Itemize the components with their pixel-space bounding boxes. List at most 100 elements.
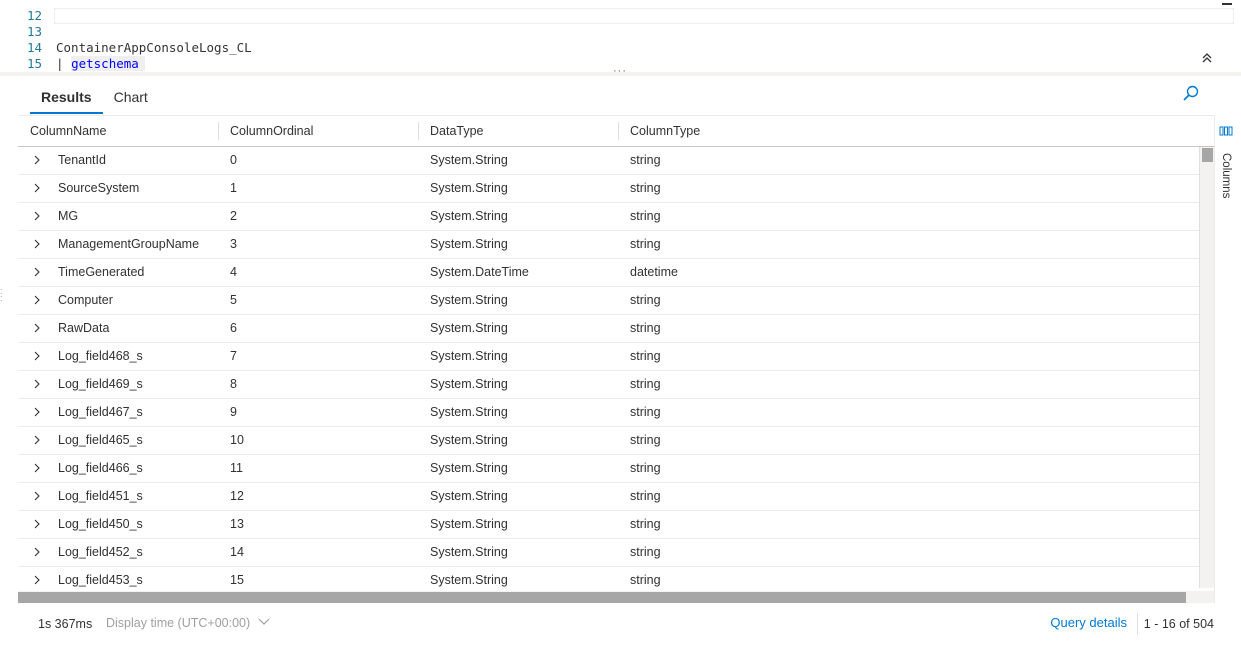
chevron-right-icon[interactable]	[32, 323, 42, 333]
query-details-link[interactable]: Query details	[1050, 615, 1127, 630]
column-header-columntype[interactable]: ColumnType	[618, 116, 818, 146]
cell-columnname: Log_field469_s	[58, 377, 143, 391]
cell-datatype: System.String	[430, 517, 508, 531]
horizontal-scrollbar-thumb[interactable]	[18, 592, 1186, 603]
table-row[interactable]: Log_field468_s 7 System.String string	[18, 343, 1199, 371]
cell-columnordinal: 6	[230, 321, 237, 335]
column-header-columnname[interactable]: ColumnName	[18, 116, 218, 146]
chevron-right-icon[interactable]	[32, 407, 42, 417]
search-icon	[1183, 85, 1199, 101]
chevron-down-icon[interactable]	[258, 617, 270, 627]
chevron-right-icon[interactable]	[32, 351, 42, 361]
table-row[interactable]: TimeGenerated 4 System.DateTime datetime	[18, 259, 1199, 287]
cell-columnname: Computer	[58, 293, 113, 307]
cell-columnordinal: 7	[230, 349, 237, 363]
chevron-right-icon[interactable]	[32, 239, 42, 249]
tab-results[interactable]: Results	[30, 82, 103, 114]
pipe-operator: |	[56, 56, 72, 71]
table-row[interactable]: Log_field451_s 12 System.String string	[18, 483, 1199, 511]
table-row[interactable]: Log_field452_s 14 System.String string	[18, 539, 1199, 567]
cell-columnordinal: 14	[230, 545, 244, 559]
code-line-12[interactable]: 12	[0, 0, 42, 23]
chevron-right-icon[interactable]	[32, 183, 42, 193]
chevron-right-icon[interactable]	[32, 379, 42, 389]
query-editor[interactable]: 12 13 ContainerAppConsoleLogs_CL 14 | ge…	[0, 0, 1241, 72]
chevron-right-icon[interactable]	[32, 463, 42, 473]
splitter-grip-icon[interactable]: ···	[610, 66, 630, 77]
cell-datatype: System.String	[430, 321, 508, 335]
cell-datatype: System.String	[430, 349, 508, 363]
chevron-right-icon[interactable]	[32, 575, 42, 585]
columns-panel-toggle[interactable]: Columns	[1217, 125, 1233, 205]
tab-chart[interactable]: Chart	[103, 82, 159, 112]
cell-columnordinal: 1	[230, 181, 237, 195]
cell-columntype: string	[630, 545, 661, 559]
cell-datatype: System.String	[430, 433, 508, 447]
cell-columnname: Log_field451_s	[58, 489, 143, 503]
left-resize-handle[interactable]: ::	[0, 287, 3, 303]
cell-columntype: string	[630, 181, 661, 195]
grid-header: ColumnName ColumnOrdinal DataType Column…	[18, 116, 1214, 147]
cell-datatype: System.String	[430, 545, 508, 559]
cell-columnordinal: 11	[230, 461, 243, 475]
vertical-scrollbar[interactable]	[1199, 147, 1214, 588]
table-row[interactable]: MG 2 System.String string	[18, 203, 1199, 231]
table-row[interactable]: Log_field465_s 10 System.String string	[18, 427, 1199, 455]
execution-time: 1s 367ms	[38, 617, 93, 631]
paging-info: 1 - 16 of 504	[1143, 617, 1214, 631]
code-line-14[interactable]: 14 | getschema	[0, 24, 145, 71]
cell-columnname: TimeGenerated	[58, 265, 145, 279]
chevron-right-icon[interactable]	[32, 519, 42, 529]
display-time-dropdown[interactable]: Display time (UTC+00:00)	[106, 616, 250, 630]
column-header-columnordinal[interactable]: ColumnOrdinal	[218, 116, 418, 146]
cell-columnname: MG	[58, 209, 79, 223]
cell-columntype: string	[630, 461, 661, 475]
chevron-right-icon[interactable]	[32, 295, 42, 305]
editor-scroll-marker	[1222, 3, 1232, 5]
table-row[interactable]: TenantId 0 System.String string	[18, 147, 1199, 175]
chevron-right-icon[interactable]	[32, 155, 42, 165]
collapse-editor-button[interactable]	[1199, 50, 1215, 66]
chevron-right-icon[interactable]	[32, 547, 42, 557]
cell-columnordinal: 0	[230, 153, 237, 167]
code-line-15[interactable]: 15	[0, 40, 42, 71]
code-text: ContainerAppConsoleLogs_CL	[56, 40, 252, 55]
chevron-right-icon[interactable]	[32, 491, 42, 501]
cell-columnname: Log_field452_s	[58, 545, 143, 559]
cell-columnname: Log_field450_s	[58, 517, 143, 531]
column-header-datatype[interactable]: DataType	[418, 116, 618, 146]
cell-columntype: string	[630, 321, 661, 335]
code-line-16[interactable]: 16	[0, 56, 30, 72]
table-row[interactable]: RawData 6 System.String string	[18, 315, 1199, 343]
table-row[interactable]: Log_field467_s 9 System.String string	[18, 399, 1199, 427]
cell-columntype: string	[630, 433, 661, 447]
table-row[interactable]: ManagementGroupName 3 System.String string	[18, 231, 1199, 259]
cell-datatype: System.String	[430, 489, 508, 503]
cell-datatype: System.String	[430, 461, 508, 475]
table-row[interactable]: Log_field466_s 11 System.String string	[18, 455, 1199, 483]
cell-columnordinal: 8	[230, 377, 237, 391]
cell-columntype: string	[630, 293, 661, 307]
cell-columntype: string	[630, 405, 661, 419]
table-row[interactable]: SourceSystem 1 System.String string	[18, 175, 1199, 203]
cell-columnordinal: 2	[230, 209, 237, 223]
footer-divider	[1137, 613, 1138, 635]
chevron-right-icon[interactable]	[32, 267, 42, 277]
cell-columnname: Log_field466_s	[58, 461, 143, 475]
cell-columnordinal: 10	[230, 433, 244, 447]
search-results-button[interactable]	[1181, 84, 1201, 104]
table-row[interactable]: Computer 5 System.String string	[18, 287, 1199, 315]
vertical-scrollbar-thumb[interactable]	[1202, 148, 1213, 162]
cell-datatype: System.String	[430, 181, 508, 195]
cell-columnname: RawData	[58, 321, 110, 335]
cell-columntype: string	[630, 377, 661, 391]
chevron-right-icon[interactable]	[32, 435, 42, 445]
table-row[interactable]: Log_field469_s 8 System.String string	[18, 371, 1199, 399]
cell-columntype: string	[630, 349, 661, 363]
table-row[interactable]: Log_field450_s 13 System.String string	[18, 511, 1199, 539]
chevron-right-icon[interactable]	[32, 211, 42, 221]
code-line-13[interactable]: 13 ContainerAppConsoleLogs_CL	[0, 8, 252, 55]
cell-columntype: string	[630, 153, 661, 167]
cell-datatype: System.String	[430, 237, 508, 251]
columns-icon	[1219, 126, 1233, 136]
